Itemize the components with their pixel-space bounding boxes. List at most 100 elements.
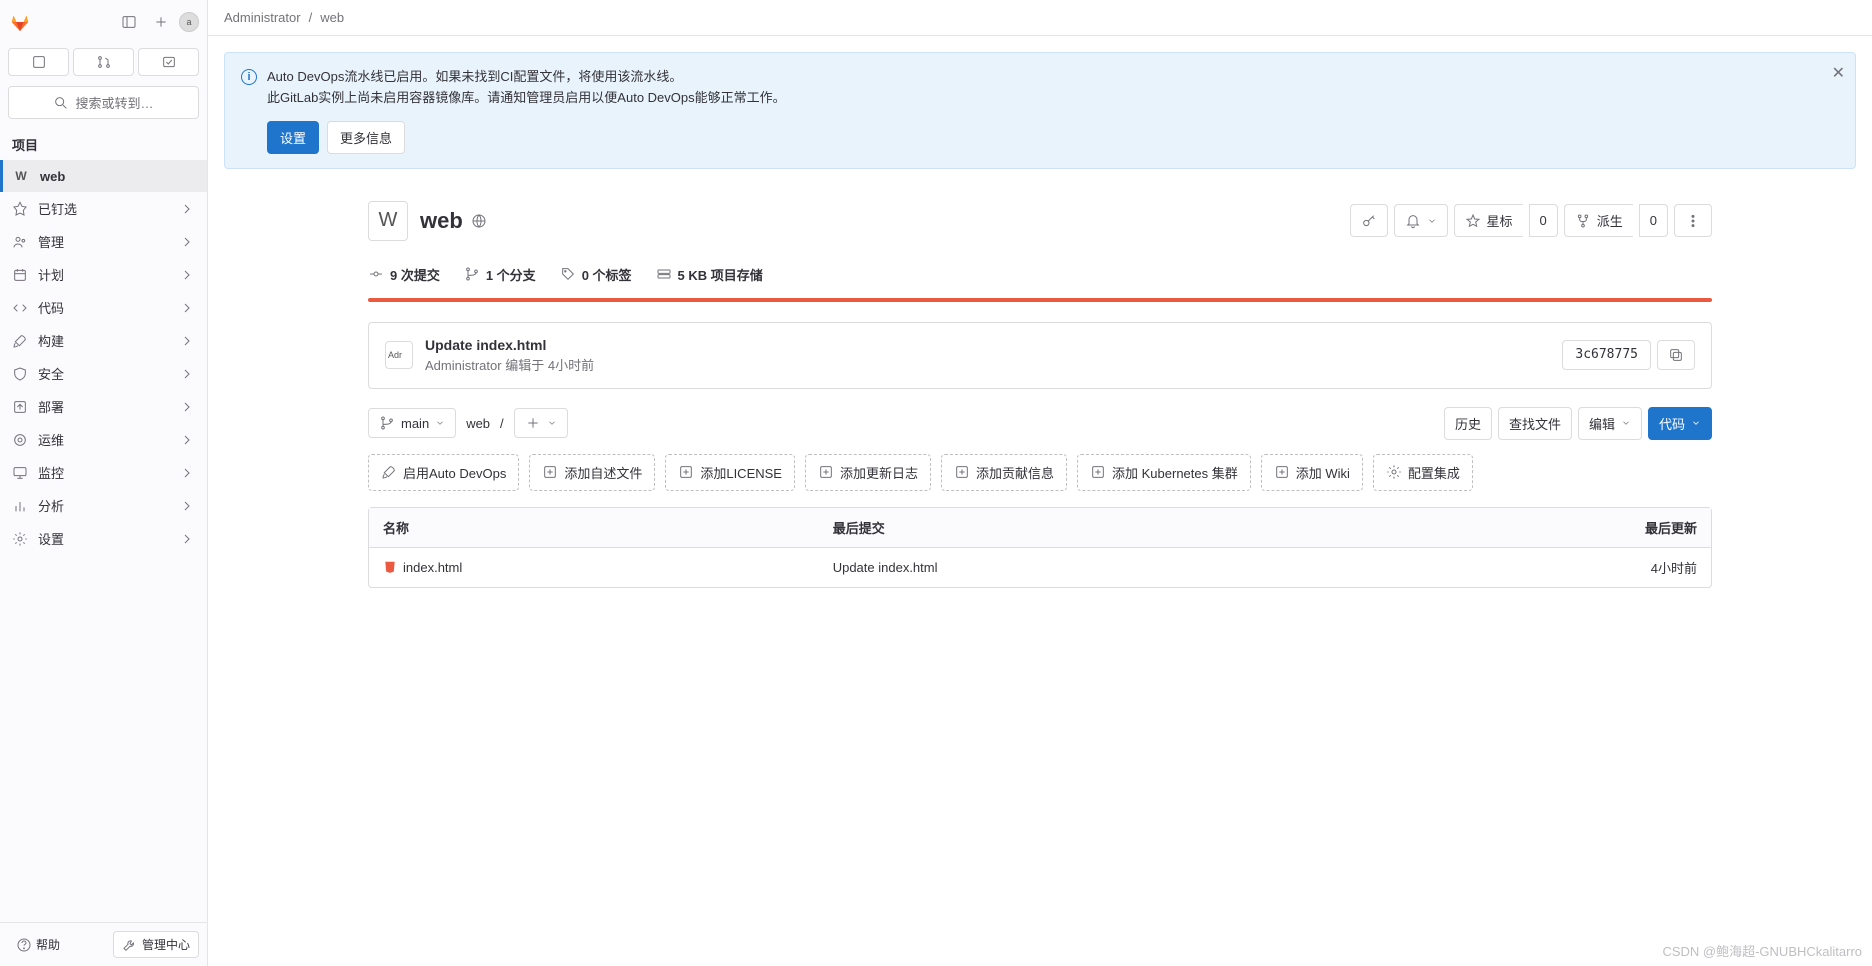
copy-sha-button[interactable]	[1657, 340, 1695, 370]
chevron-right-icon	[179, 465, 195, 481]
nav-label: 计划	[38, 265, 64, 284]
stat-branches[interactable]: 1 个分支	[464, 265, 536, 284]
add-license-button[interactable]: 添加LICENSE	[665, 454, 795, 491]
admin-center-button[interactable]: 管理中心	[113, 931, 199, 958]
sidebar-item-security[interactable]: 安全	[0, 357, 207, 390]
sidebar-item-monitor[interactable]: 监控	[0, 456, 207, 489]
fork-count[interactable]: 0	[1639, 204, 1668, 237]
star-button[interactable]: 星标	[1454, 204, 1523, 237]
chevron-down-icon	[1691, 418, 1701, 428]
nav-label: 安全	[38, 364, 64, 383]
sidebar-collapse-button[interactable]	[115, 8, 143, 36]
chart-icon	[12, 498, 28, 514]
issues-shortcut-button[interactable]	[8, 48, 69, 76]
project-avatar: W	[368, 201, 408, 241]
pin-icon	[12, 201, 28, 217]
chevron-right-icon	[179, 267, 195, 283]
project-letter-icon: W	[12, 167, 30, 185]
autodevops-alert: ✕ i Auto DevOps流水线已启用。如果未找到CI配置文件，将使用该流水…	[224, 52, 1856, 169]
todos-shortcut-button[interactable]	[138, 48, 199, 76]
sidebar-shortcut-row	[0, 44, 207, 80]
alert-close-button[interactable]: ✕	[1832, 63, 1845, 83]
alert-more-info-button[interactable]: 更多信息	[327, 121, 405, 154]
notifications-button[interactable]	[1394, 204, 1448, 237]
fork-icon	[1575, 213, 1591, 229]
sidebar-item-operations[interactable]: 运维	[0, 423, 207, 456]
suggest-label: 添加 Wiki	[1296, 463, 1350, 482]
sidebar-item-manage[interactable]: 管理	[0, 225, 207, 258]
stat-commits[interactable]: 9 次提交	[368, 265, 440, 284]
alert-settings-button[interactable]: 设置	[267, 121, 319, 154]
add-contributing-button[interactable]: 添加贡献信息	[941, 454, 1067, 491]
add-readme-button[interactable]: 添加自述文件	[529, 454, 655, 491]
merge-requests-shortcut-button[interactable]	[73, 48, 134, 76]
create-new-button[interactable]	[147, 8, 175, 36]
add-changelog-button[interactable]: 添加更新日志	[805, 454, 931, 491]
last-commit-box: Adr Update index.html Administrator 编辑于 …	[368, 322, 1712, 389]
sidebar-item-analytics[interactable]: 分析	[0, 489, 207, 522]
col-commit-header: 最后提交	[819, 508, 1376, 548]
admin-center-label: 管理中心	[142, 936, 190, 953]
sidebar-item-plan[interactable]: 计划	[0, 258, 207, 291]
suggest-label: 添加贡献信息	[976, 463, 1054, 482]
star-count[interactable]: 0	[1529, 204, 1558, 237]
nav-label: 构建	[38, 331, 64, 350]
sidebar-item-code[interactable]: 代码	[0, 291, 207, 324]
commits-text: 9 次提交	[390, 268, 440, 283]
gear-icon	[1386, 464, 1402, 480]
suggest-label: 添加LICENSE	[700, 463, 782, 482]
chevron-right-icon	[179, 366, 195, 382]
add-kubernetes-button[interactable]: 添加 Kubernetes 集群	[1077, 454, 1251, 491]
chevron-right-icon	[179, 531, 195, 547]
nav-label: 设置	[38, 529, 64, 548]
search-icon	[53, 95, 69, 111]
chevron-right-icon	[179, 234, 195, 250]
nav-label: 管理	[38, 232, 64, 251]
nav-label: 已钉选	[38, 199, 77, 218]
sidebar-item-build[interactable]: 构建	[0, 324, 207, 357]
stat-storage[interactable]: 5 KB 项目存储	[656, 265, 763, 284]
breadcrumb-owner[interactable]: Administrator	[224, 10, 301, 25]
add-file-button[interactable]	[514, 408, 568, 438]
plus-icon	[525, 415, 541, 431]
file-name[interactable]: index.html	[403, 560, 462, 575]
enable-autodevops-button[interactable]: 启用Auto DevOps	[368, 454, 519, 491]
edit-dropdown[interactable]: 编辑	[1578, 407, 1642, 440]
find-file-button[interactable]: 查找文件	[1498, 407, 1572, 440]
table-row[interactable]: index.html Update index.html 4小时前	[369, 548, 1711, 587]
branch-icon	[464, 266, 480, 282]
fork-button[interactable]: 派生	[1564, 204, 1633, 237]
help-button[interactable]: 帮助	[8, 931, 68, 958]
commit-author[interactable]: Administrator	[425, 358, 502, 373]
stat-tags[interactable]: 0 个标签	[560, 265, 632, 284]
branch-select[interactable]: main	[368, 408, 456, 438]
help-label: 帮助	[36, 936, 60, 953]
plus-square-icon	[1274, 464, 1290, 480]
suggest-label: 添加自述文件	[564, 463, 642, 482]
plus-square-icon	[818, 464, 834, 480]
add-wiki-button[interactable]: 添加 Wiki	[1261, 454, 1363, 491]
search-input[interactable]: 搜索或转到…	[8, 86, 199, 119]
sidebar-item-settings[interactable]: 设置	[0, 522, 207, 555]
sidebar-project-link[interactable]: W web	[0, 160, 207, 192]
storage-text: 5 KB 项目存储	[678, 268, 763, 283]
code-dropdown[interactable]: 代码	[1648, 407, 1712, 440]
more-actions-button[interactable]	[1674, 204, 1712, 237]
ssh-key-button[interactable]	[1350, 204, 1388, 237]
gitlab-logo[interactable]	[8, 10, 32, 34]
commit-sha[interactable]: 3c678775	[1562, 340, 1651, 370]
history-button[interactable]: 历史	[1444, 407, 1492, 440]
path-root[interactable]: web	[466, 416, 490, 431]
sidebar-item-deploy[interactable]: 部署	[0, 390, 207, 423]
configure-integrations-button[interactable]: 配置集成	[1373, 454, 1473, 491]
chevron-down-icon	[1621, 415, 1631, 431]
nav-label: 部署	[38, 397, 64, 416]
user-avatar[interactable]: a	[179, 12, 199, 32]
breadcrumb-project[interactable]: web	[320, 10, 344, 25]
commit-title[interactable]: Update index.html	[425, 337, 594, 353]
sidebar: a 搜索或转到… 项目 W web 已钉选 管理 计划 代码 构建 安全 部署 …	[0, 0, 208, 966]
file-last-commit[interactable]: Update index.html	[819, 548, 1376, 587]
edit-label: 编辑	[1589, 414, 1615, 433]
sidebar-item-pinned[interactable]: 已钉选	[0, 192, 207, 225]
path-sep: /	[500, 416, 504, 431]
